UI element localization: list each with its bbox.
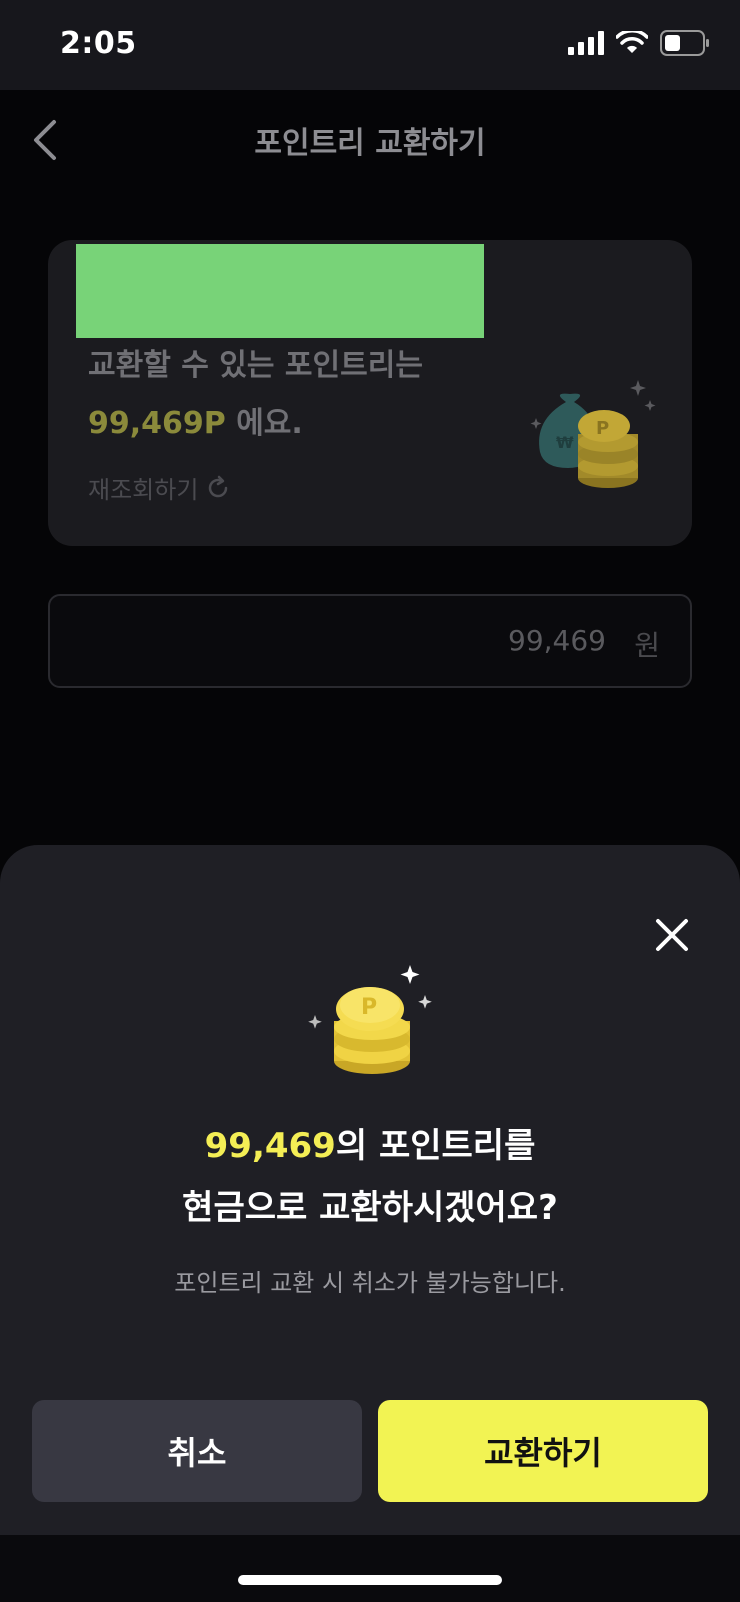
cancel-button[interactable]: 취소 <box>32 1400 362 1502</box>
exchange-confirm-button[interactable]: 교환하기 <box>378 1400 708 1502</box>
sheet-title-line2: 현금으로 교환하시겠어요? <box>182 1188 558 1228</box>
points-amount-line: 99,469P 에요. <box>88 398 303 442</box>
status-time: 2:05 <box>60 26 137 61</box>
close-button[interactable] <box>650 913 694 957</box>
refresh-icon <box>209 475 228 497</box>
sheet-subtitle: 포인트리 교환 시 취소가 불가능합니다. <box>174 1269 566 1297</box>
status-bar: 2:05 <box>0 0 740 90</box>
redacted-area <box>76 244 484 338</box>
points-amount: 99,469P <box>88 406 226 441</box>
status-icons <box>568 30 710 56</box>
sheet-title-line1: 99,469의 포인트리를 <box>0 1115 740 1177</box>
close-icon <box>656 919 688 951</box>
battery-icon <box>660 30 709 56</box>
bottom-bar <box>0 1535 740 1602</box>
refresh-button[interactable]: 재조회하기 <box>88 470 232 505</box>
confirm-bottom-sheet: P 99,469의 포인트리를 현금으로 교환하시겠어요? 포인트리 교환 시 … <box>0 845 740 1602</box>
coins-stack-icon: P <box>308 965 432 1074</box>
money-bag-coins-icon: ₩ P <box>530 380 656 488</box>
signal-icon <box>568 31 604 55</box>
amount-value: 99,469 <box>508 624 606 657</box>
points-suffix: 에요. <box>225 406 303 441</box>
svg-text:P: P <box>596 418 609 439</box>
sheet-title: 99,469의 포인트리를 현금으로 교환하시겠어요? <box>0 1115 740 1239</box>
points-card: 교환할 수 있는 포인트리는 99,469P 에요. 재조회하기 ₩ P <box>48 240 692 546</box>
exchange-amount-field[interactable]: 99,469 원 <box>48 594 692 688</box>
page-title: 포인트리 교환하기 <box>254 126 486 161</box>
amount-unit: 원 <box>634 629 660 662</box>
wifi-icon <box>616 31 648 53</box>
points-caption: 교환할 수 있는 포인트리는 <box>88 348 423 383</box>
home-indicator[interactable] <box>238 1575 502 1585</box>
page-header: 포인트리 교환하기 <box>0 90 740 190</box>
refresh-label: 재조회하기 <box>88 476 199 504</box>
sheet-title-amount: 99,469 <box>204 1126 336 1166</box>
svg-text:₩: ₩ <box>556 433 574 452</box>
svg-text:P: P <box>361 995 377 1020</box>
sheet-title-rest: 의 포인트리를 <box>335 1126 536 1166</box>
